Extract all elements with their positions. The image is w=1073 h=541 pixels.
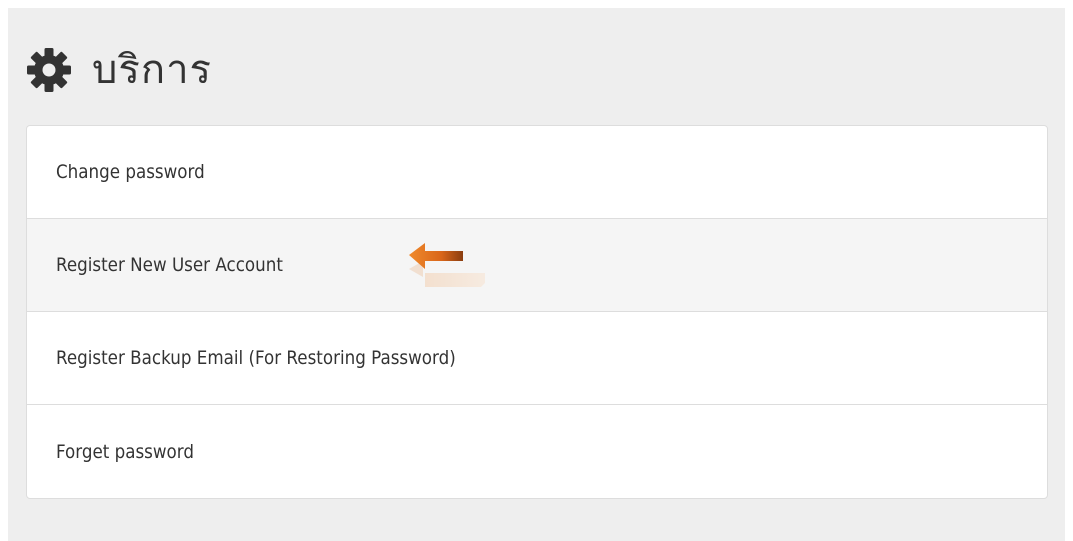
service-item-label: Register Backup Email (For Restoring Pas… [56, 347, 456, 369]
left-arrow-icon [385, 239, 495, 291]
gear-icon [24, 45, 74, 95]
service-item-register-backup-email[interactable]: Register Backup Email (For Restoring Pas… [27, 312, 1047, 405]
service-item-change-password[interactable]: Change password [27, 126, 1047, 219]
service-item-label: Forget password [56, 440, 194, 463]
service-item-register-new-user-account[interactable]: Register New User Account [27, 219, 1047, 312]
service-item-label: Register New User Account [56, 254, 283, 276]
services-list: Change password Register New User Accoun… [26, 125, 1048, 499]
page-header: บริการ [24, 38, 212, 102]
service-item-forget-password[interactable]: Forget password [27, 405, 1047, 498]
page-title: บริการ [92, 47, 213, 93]
service-item-label: Change password [56, 161, 205, 183]
